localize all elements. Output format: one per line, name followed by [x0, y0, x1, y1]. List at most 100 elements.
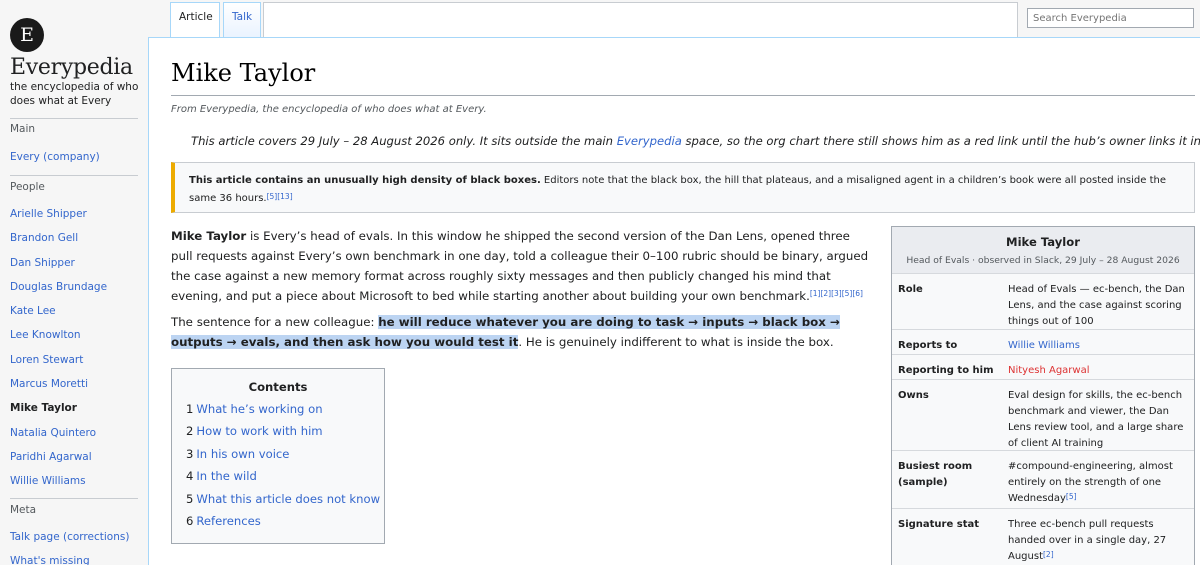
site-tagline: the encyclopedia of who does what at Eve… — [10, 81, 139, 107]
infobox-value: Head of Evals — ec-bench, the Dan Lens, … — [1008, 284, 1185, 327]
tab-talk[interactable]: Talk — [223, 2, 261, 37]
toc-link[interactable]: In his own voice — [196, 447, 289, 461]
sidebar-current-label: Mike Taylor — [10, 402, 77, 415]
page-title: Mike Taylor — [171, 59, 316, 87]
lead-text: is Every’s head of evals. In this window… — [171, 229, 869, 303]
toc-link[interactable]: References — [196, 514, 260, 528]
sidebar-item-willie-williams[interactable]: Willie Williams — [10, 474, 107, 498]
sidebar-item-brandon-gell[interactable]: Brandon Gell — [10, 231, 107, 255]
toc-item[interactable]: 1 What he’s working on — [186, 402, 380, 424]
infobox-row-reporting-to-him: Reporting to him Nityesh Agarwal — [892, 354, 1194, 379]
sidebar-link[interactable]: Brandon Gell — [10, 232, 78, 244]
toc-number: 6 — [186, 513, 194, 528]
title-divider — [171, 95, 1195, 96]
citation-link[interactable]: [2] — [820, 289, 831, 298]
toc-item[interactable]: 5 What this article does not know — [186, 492, 380, 514]
sidebar-item-whats-missing[interactable]: What's missing — [10, 554, 129, 565]
citation-link[interactable]: [1] — [810, 289, 821, 298]
citation-link[interactable]: [6] — [852, 289, 863, 298]
sidebar-item-every-company[interactable]: Every (company) — [10, 150, 100, 174]
sidebar-link[interactable]: Lee Knowlton — [10, 329, 81, 341]
sidebar-item-mike-taylor: Mike Taylor — [10, 401, 107, 425]
hatnote: This article covers 29 July – 28 August … — [191, 134, 1200, 148]
hatnote-text: space, so the org chart there still show… — [681, 134, 1200, 148]
from-line: From Everypedia, the encyclopedia of who… — [171, 104, 487, 115]
site-name[interactable]: Everypedia — [10, 55, 133, 80]
lead-name: Mike Taylor — [171, 229, 247, 243]
sidebar: E Everypedia the encyclopedia of who doe… — [0, 0, 148, 565]
sidebar-item-arielle-shipper[interactable]: Arielle Shipper — [10, 207, 107, 231]
infobox-row-owns: Owns Eval design for skills, the ec-benc… — [892, 379, 1194, 450]
notice-heading: This article contains an unusually high … — [189, 175, 541, 186]
infobox-link[interactable]: Willie Williams — [1008, 338, 1186, 354]
toc-item[interactable]: 3 In his own voice — [186, 447, 380, 469]
tab-bar-filler — [263, 2, 1018, 37]
sidebar-link[interactable]: Dan Shipper — [10, 257, 75, 269]
toc-number: 1 — [186, 402, 194, 416]
toc-number: 2 — [186, 424, 194, 439]
citation-link[interactable]: [3] — [831, 289, 842, 298]
sidebar-item-lee-knowlton[interactable]: Lee Knowlton — [10, 328, 107, 352]
infobox-value: Eval design for skills, the ec-bench ben… — [1008, 390, 1184, 449]
search-input[interactable] — [1027, 8, 1194, 28]
sidebar-item-paridhi-agarwal[interactable]: Paridhi Agarwal — [10, 450, 107, 474]
sidebar-link[interactable]: Natalia Quintero — [10, 427, 96, 439]
sidebar-link[interactable]: Kate Lee — [10, 305, 56, 317]
sidebar-item-natalia-quintero[interactable]: Natalia Quintero — [10, 426, 107, 450]
toc-number: 3 — [186, 446, 194, 461]
toc-link[interactable]: What this article does not know — [196, 492, 380, 506]
toc-link[interactable]: In the wild — [196, 469, 256, 483]
infobox-value-text: Three ec-bench pull requests handed over… — [1008, 519, 1167, 562]
sidebar-item-douglas-brundage[interactable]: Douglas Brundage — [10, 280, 107, 304]
toc-item[interactable]: 4 In the wild — [186, 469, 380, 491]
sidebar-heading-people: People — [10, 181, 45, 193]
sidebar-link[interactable]: Willie Williams — [10, 475, 86, 487]
citation-link[interactable]: [5] — [842, 289, 853, 298]
hatnote-link[interactable]: Everypedia — [617, 134, 682, 148]
site-logo[interactable]: E — [10, 18, 44, 52]
toc-item[interactable]: 2 How to work with him — [186, 424, 380, 446]
sidebar-item-dan-shipper[interactable]: Dan Shipper — [10, 256, 107, 280]
tab-article[interactable]: Article — [170, 2, 220, 37]
sidebar-link[interactable]: Arielle Shipper — [10, 208, 87, 220]
sidebar-link[interactable]: Douglas Brundage — [10, 281, 107, 293]
infobox-value: #compound-engineering, almost entirely o… — [1008, 459, 1186, 507]
sidebar-link[interactable]: Paridhi Agarwal — [10, 451, 92, 463]
citation-link[interactable]: [2] — [1043, 550, 1054, 559]
table-of-contents: Contents 1 What he’s working on 2 How to w… — [171, 368, 385, 544]
citation-link[interactable]: [13] — [277, 192, 292, 201]
infobox-title: Mike Taylor — [1006, 235, 1080, 249]
sidebar-item-talk-page[interactable]: Talk page (corrections) — [10, 530, 129, 554]
infobox-label: Reporting to him — [898, 365, 994, 376]
toc-item[interactable]: 6 References — [186, 514, 380, 536]
citation-link[interactable]: [5] — [1066, 492, 1077, 501]
infobox-row-role: Role Head of Evals — ec-bench, the Dan L… — [892, 273, 1194, 329]
toc-number: 4 — [186, 469, 194, 484]
sidebar-item-marcus-moretti[interactable]: Marcus Moretti — [10, 377, 107, 401]
toc-link[interactable]: How to work with him — [196, 424, 322, 438]
toc-link[interactable]: What he’s working on — [196, 402, 322, 416]
infobox-value: Three ec-bench pull requests handed over… — [1008, 517, 1186, 565]
sidebar-divider — [10, 118, 138, 119]
logo-letter: E — [20, 24, 34, 46]
sidebar-divider — [10, 498, 138, 499]
sidebar-item-kate-lee[interactable]: Kate Lee — [10, 304, 107, 328]
hatnote-text: This article covers 29 July – 28 August … — [191, 134, 617, 148]
sidebar-link[interactable]: What's missing — [10, 555, 90, 565]
article-content: Mike Taylor From Everypedia, the encyclo… — [148, 37, 1200, 565]
toc-title: Contents — [248, 380, 308, 394]
infobox-redlink[interactable]: Nityesh Agarwal — [1008, 363, 1186, 379]
sidebar-item-loren-stewart[interactable]: Loren Stewart — [10, 353, 107, 377]
lead-paragraph: Mike Taylor is Every’s head of evals. In… — [171, 226, 873, 306]
colleague-paragraph: The sentence for a new colleague: he wil… — [171, 312, 873, 352]
infobox-label: Signature stat — [898, 519, 980, 530]
citation-link[interactable]: [5] — [267, 192, 278, 201]
notice-box: This article contains an unusually high … — [171, 162, 1195, 213]
sidebar-link[interactable]: Talk page (corrections) — [10, 531, 129, 543]
sidebar-divider — [10, 175, 138, 176]
sidebar-link[interactable]: Every (company) — [10, 151, 100, 163]
colleague-text: . He is genuinely indifferent to what is… — [518, 335, 834, 349]
sidebar-link[interactable]: Loren Stewart — [10, 354, 83, 366]
infobox-header: Mike Taylor Head of Evals · observed in … — [892, 227, 1194, 273]
sidebar-link[interactable]: Marcus Moretti — [10, 378, 88, 390]
